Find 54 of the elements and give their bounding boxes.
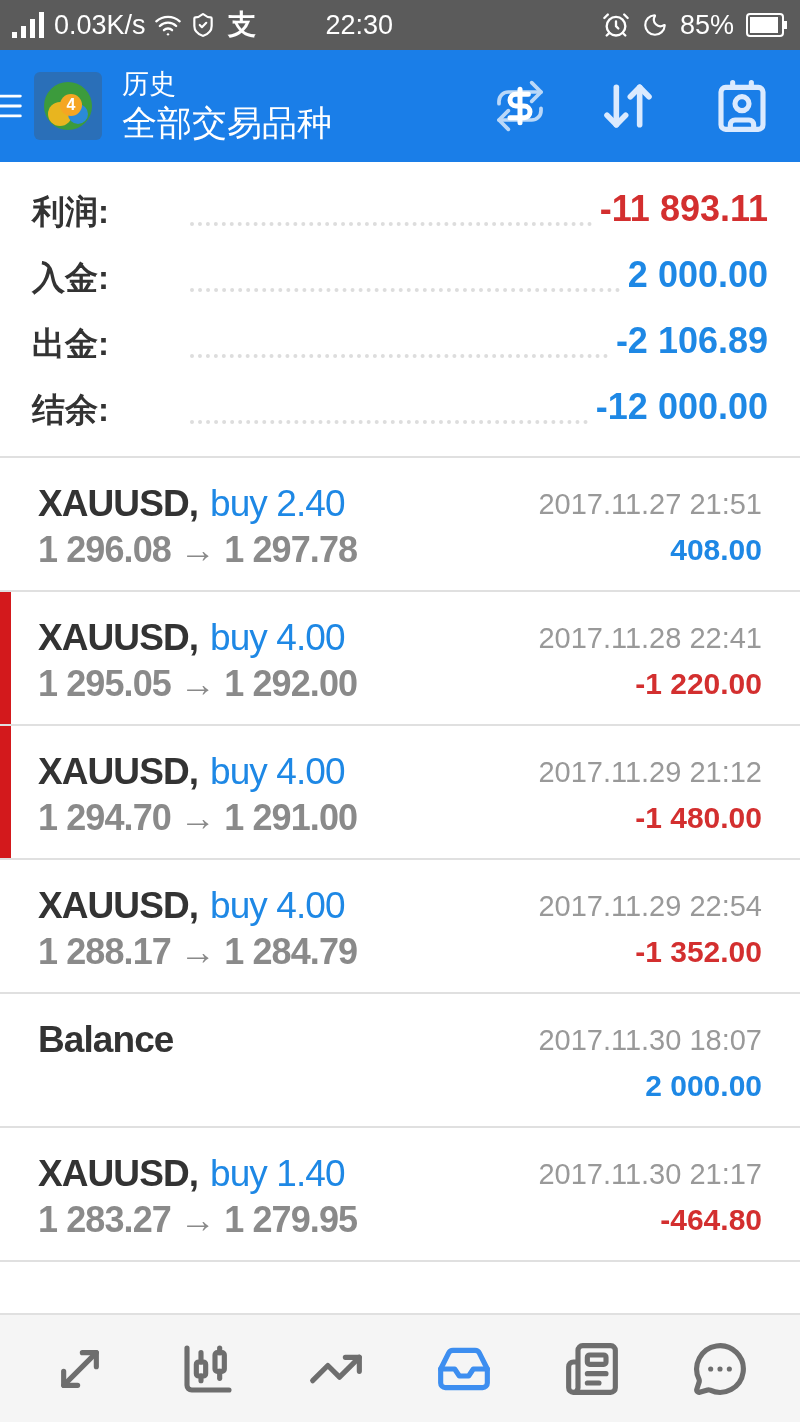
row-profit: -464.80	[660, 1202, 762, 1238]
trade-type: buy 4.00	[210, 750, 345, 794]
battery-icon	[746, 13, 788, 37]
row-time: 2017.11.30 21:17	[538, 1157, 762, 1192]
trade-type: buy 4.00	[210, 884, 345, 928]
trade-type: buy 2.40	[210, 482, 345, 526]
row-profit: -1 480.00	[635, 800, 762, 836]
alipay-icon: 支	[227, 4, 256, 46]
trade-prices: 1 283.27 → 1 279.95	[38, 1198, 359, 1242]
summary-label: 入金:	[32, 257, 110, 298]
header-subtitle: 全部交易品种	[122, 102, 332, 144]
row-symbol: XAUUSD,	[38, 482, 199, 526]
row-symbol: XAUUSD,	[38, 884, 199, 928]
row-time: 2017.11.30 18:07	[538, 1023, 762, 1058]
history-row[interactable]: XAUUSD, buy 4.00 1 288.17 → 1 284.79 2017.11.29 22:54 -1 352.00	[0, 860, 800, 994]
row-symbol: Balance	[38, 1018, 174, 1062]
moon-icon	[641, 12, 668, 38]
row-profit: 408.00	[670, 532, 762, 568]
chat-icon	[692, 1340, 748, 1397]
history-row[interactable]: XAUUSD, buy 1.40 1 283.27 → 1 279.95 2017.11.30 21:17 -464.80	[0, 1128, 800, 1262]
summary-label: 利润:	[32, 191, 110, 232]
trade-prices: 1 295.05 → 1 292.00	[38, 662, 359, 706]
summary-value: -12 000.00	[595, 385, 768, 429]
alarm-icon	[601, 11, 630, 39]
network-speed: 0.03K/s	[54, 8, 146, 42]
summary-value: 2 000.00	[627, 253, 768, 297]
row-profit: 2 000.00	[645, 1068, 762, 1104]
trade-prices: 1 294.70 → 1 291.00	[38, 796, 359, 840]
trade-type: buy 4.00	[210, 616, 345, 660]
row-time: 2017.11.29 22:54	[538, 889, 762, 924]
newspaper-icon	[564, 1340, 620, 1397]
summary-value: -2 106.89	[615, 319, 768, 363]
row-symbol: XAUUSD,	[38, 750, 199, 794]
trade-type: buy 1.40	[210, 1152, 345, 1196]
row-time: 2017.11.29 21:12	[538, 755, 762, 790]
row-time: 2017.11.27 21:51	[538, 487, 762, 522]
row-profit: -1 220.00	[635, 666, 762, 702]
summary-label: 出金:	[32, 323, 110, 364]
trade-prices: 1 288.17 → 1 284.79	[38, 930, 359, 974]
row-symbol: XAUUSD,	[38, 1152, 199, 1196]
signal-icon	[12, 12, 46, 38]
history-row[interactable]: XAUUSD, buy 2.40 1 296.08 → 1 297.78 2017.11.27 21:51 408.00	[0, 458, 800, 592]
summary-label: 结余:	[32, 389, 110, 430]
clock-time: 22:30	[325, 8, 394, 42]
history-row[interactable]: XAUUSD, buy 4.00 1 294.70 → 1 291.00 2017.11.29 21:12 -1 480.00	[0, 726, 800, 860]
header-title: 历史	[122, 68, 177, 101]
battery-percent: 85%	[679, 8, 734, 42]
history-row[interactable]: XAUUSD, buy 4.00 1 295.05 → 1 292.00 2017.11.28 22:41 -1 220.00	[0, 592, 800, 726]
row-profit: -1 352.00	[635, 934, 762, 970]
row-symbol: XAUUSD,	[38, 616, 199, 660]
history-row[interactable]: Balance 2017.11.30 18:07 2 000.00	[0, 994, 800, 1128]
summary-value: -11 893.11	[599, 187, 768, 231]
trade-prices: 1 296.08 → 1 297.78	[38, 528, 359, 572]
row-time: 2017.11.28 22:41	[538, 621, 762, 656]
